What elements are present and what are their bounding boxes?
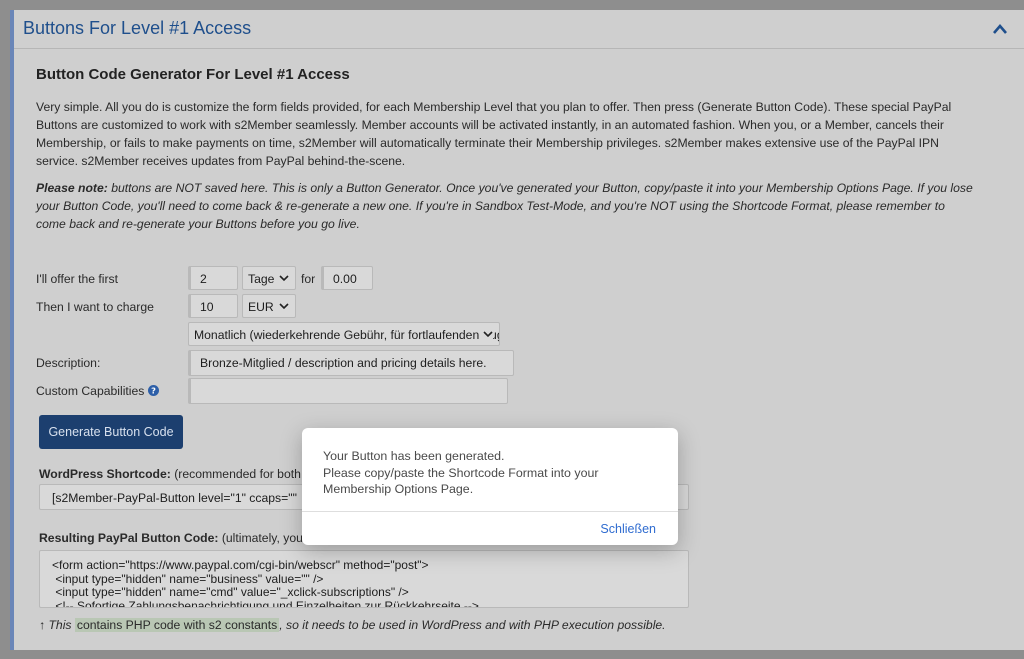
offer-price-input[interactable]: 0.00 [321,266,373,290]
chevron-down-icon [483,329,493,339]
svg-text:?: ? [151,385,156,395]
dialog-message: Your Button has been generated. Please c… [323,448,653,498]
offer-label: I'll offer the first [36,272,119,286]
for-label: for [301,272,316,286]
button-code-textarea[interactable]: <form action="https://www.paypal.com/cgi… [39,550,689,608]
description-label: Description: [36,356,101,370]
level-1-panel: Buttons For Level #1 Access Button Code … [10,10,1024,650]
panel-header[interactable]: Buttons For Level #1 Access [14,10,1024,49]
capabilities-label-wrap: Custom Capabilities? [36,384,160,398]
chevron-down-icon [279,275,289,282]
capabilities-label: Custom Capabilities [36,384,145,398]
offer-period-input[interactable]: 2 [188,266,238,290]
question-circle-icon[interactable]: ? [148,385,160,396]
dialog-line-1: Your Button has been generated. [323,449,505,463]
php-note-highlight: contains PHP code with s2 constants [74,618,280,632]
shortcode-label: WordPress Shortcode: (recommended for bo… [39,467,301,481]
note-body: buttons are NOT saved here. This is only… [36,181,973,231]
shortcode-label-bold: WordPress Shortcode: [39,467,171,481]
currency-value: EUR [248,300,274,314]
offer-unit-value: Tage [248,272,275,286]
dialog-close-button[interactable]: Schließen [600,522,656,536]
recurrence-row: Monatlich (wiederkehrende Gebühr, für fo… [36,322,536,348]
recurrence-select[interactable]: Monatlich (wiederkehrende Gebühr, für fo… [188,322,500,346]
offer-unit-select[interactable]: Tage [242,266,296,290]
php-note: ↑ This contains PHP code with s2 constan… [39,618,666,632]
panel-content: Button Code Generator For Level #1 Acces… [36,66,976,242]
currency-select[interactable]: EUR [242,294,296,318]
chevron-up-icon[interactable] [992,22,1008,36]
dialog-divider [302,511,678,512]
generate-button-code-button[interactable]: Generate Button Code [39,415,183,449]
shortcode-label-text: (recommended for both [170,467,301,481]
code-label-bold: Resulting PayPal Button Code: [39,531,219,545]
section-heading: Button Code Generator For Level #1 Acces… [36,66,350,83]
charge-row: Then I want to charge 10 EUR [36,294,536,320]
capabilities-row: Custom Capabilities? [36,378,536,404]
charge-amount-input[interactable]: 10 [188,294,238,318]
note-text: Please note: buttons are NOT saved here.… [36,179,976,233]
capabilities-input[interactable] [188,378,508,404]
php-note-post: , so it needs to be used in WordPress an… [279,618,666,632]
intro-text: Very simple. All you do is customize the… [36,100,952,168]
recurrence-value: Monatlich (wiederkehrende Gebühr, für fo… [194,328,500,342]
charge-label: Then I want to charge [36,300,154,314]
generated-dialog: Your Button has been generated. Please c… [302,428,678,545]
chevron-down-icon [279,303,289,310]
code-label: Resulting PayPal Button Code: (ultimatel… [39,531,307,545]
description-input[interactable]: Bronze-Mitglied / description and pricin… [188,350,514,376]
offer-row: I'll offer the first 2 Tage for 0.00 [36,266,536,292]
php-note-pre: ↑ This [39,618,75,632]
description-row: Description: Bronze-Mitglied / descripti… [36,350,536,376]
panel-title: Buttons For Level #1 Access [23,18,252,38]
note-label: Please note: [36,181,108,195]
code-label-text: (ultimately, your [218,531,307,545]
dialog-line-2: Please copy/paste the Shortcode Format i… [323,465,599,497]
